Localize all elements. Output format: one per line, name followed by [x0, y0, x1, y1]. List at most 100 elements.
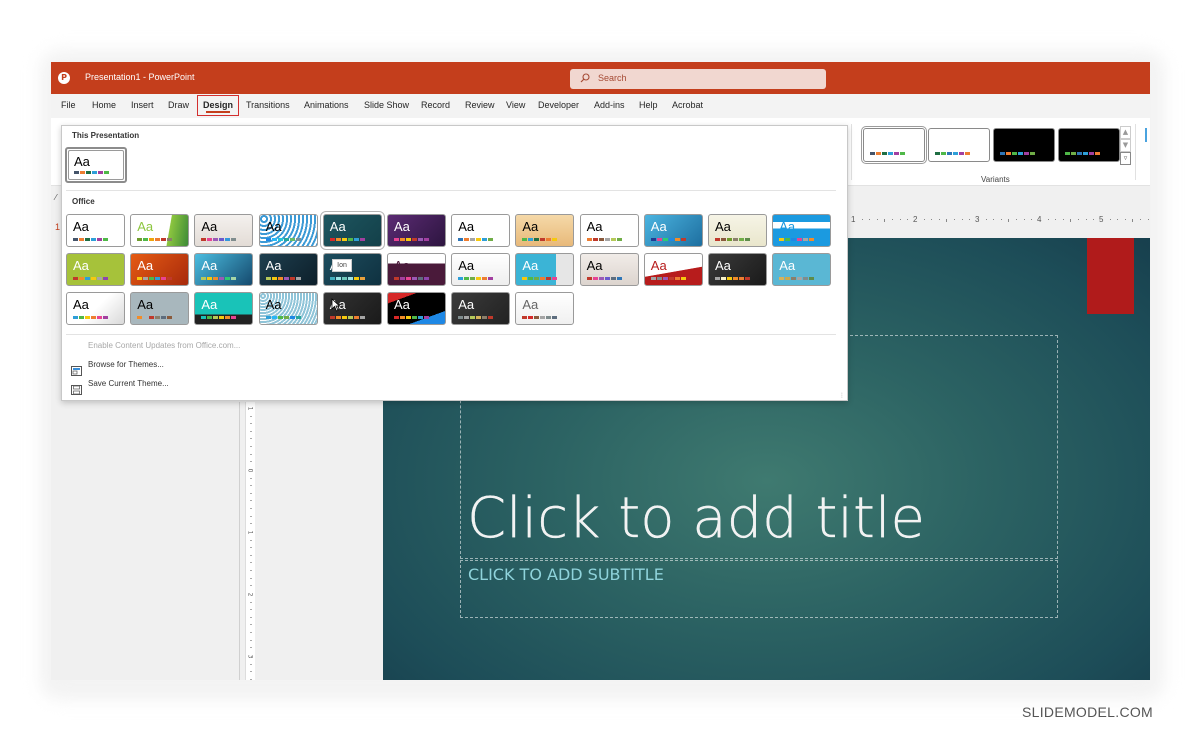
theme-ion[interactable]: Aa [319, 211, 385, 250]
save-current-theme-menu-item[interactable]: Save Current Theme... [88, 379, 169, 388]
theme-damask[interactable]: Aa [258, 253, 318, 286]
theme-organic[interactable]: Aa [387, 214, 446, 247]
tab-home[interactable]: Home [92, 100, 116, 110]
office-heading: Office [72, 197, 95, 206]
resize-grip-icon[interactable]: ⋮ [839, 392, 845, 399]
theme-parallax[interactable]: Aa [772, 253, 832, 286]
theme-vapor[interactable]: Aa [387, 292, 446, 325]
theme-aa-sample: Aa [394, 258, 410, 273]
tab-acrobat[interactable]: Acrobat [672, 100, 703, 110]
tab-insert[interactable]: Insert [131, 100, 154, 110]
theme-badge[interactable]: Aa [708, 214, 767, 247]
slide-size-icon[interactable] [1145, 128, 1147, 142]
ruler-tick [931, 219, 933, 220]
ruler-tick [1070, 219, 1072, 222]
ruler-tick [1109, 219, 1111, 220]
theme-savon[interactable]: Aa [130, 292, 190, 325]
theme-dividend[interactable]: Aa [387, 253, 446, 286]
tab-file[interactable]: File [61, 100, 76, 110]
tab-developer[interactable]: Developer [538, 100, 579, 110]
theme-office-theme[interactable]: Aa [66, 214, 125, 247]
ruler-label: 3 [975, 215, 980, 224]
theme-aa-sample: Aa [73, 219, 89, 234]
theme-integral[interactable]: Aa [194, 214, 254, 247]
search-icon [580, 73, 590, 83]
tab-animations[interactable]: Animations [304, 100, 349, 110]
variants-more-button[interactable]: ▿ [1120, 152, 1131, 165]
tab-slide-show[interactable]: Slide Show [364, 100, 409, 110]
tab-help[interactable]: Help [639, 100, 658, 110]
search-input[interactable]: Search [570, 69, 826, 89]
theme-frame[interactable]: Aa [515, 253, 575, 286]
theme-celestial[interactable]: Aa [515, 292, 575, 325]
variants-scroll-up-button[interactable]: ▲ [1120, 126, 1131, 139]
color-swatches [586, 277, 622, 280]
theme-circuit[interactable]: Aa [194, 253, 254, 286]
theme-quotable[interactable]: Aa [66, 292, 125, 325]
theme-aa-sample: Aa [265, 219, 282, 234]
theme-savon-teal[interactable]: Aa [194, 292, 254, 325]
ruler-tick [1085, 219, 1087, 220]
ruler-tick [250, 430, 252, 432]
ruler-tick [250, 453, 252, 455]
current-theme-thumbnail[interactable]: Aa [65, 147, 127, 183]
ribbon-separator [1135, 124, 1136, 180]
variant-thumbnail[interactable] [1058, 128, 1120, 162]
watermark: SLIDEMODEL.COM [1022, 704, 1153, 720]
theme-aa-sample: Aa [265, 297, 282, 312]
theme-wisp[interactable]: Aa [579, 214, 639, 247]
tab-record[interactable]: Record [421, 100, 450, 110]
ruler-label: 5 [1099, 215, 1104, 224]
ruler-tick [1132, 219, 1134, 222]
theme-berlin[interactable]: Aa [130, 253, 190, 286]
tab-transitions[interactable]: Transitions [246, 100, 290, 110]
theme-aa-sample: Aa [522, 297, 539, 312]
theme-metropolitan[interactable]: Aa [708, 253, 767, 286]
tab-review[interactable]: Review [465, 100, 495, 110]
ruler-tick [954, 219, 955, 220]
variant-thumbnail[interactable] [928, 128, 990, 162]
variants-scroll-down-button[interactable]: ▼ [1120, 139, 1131, 152]
pane-divider[interactable] [239, 402, 240, 680]
theme-basis[interactable]: Aa [66, 253, 125, 286]
tab-draw[interactable]: Draw [168, 100, 189, 110]
title-bar: P Presentation1 - PowerPoint Search [51, 62, 1150, 94]
slide-accent-bar [1087, 238, 1134, 314]
color-swatches [650, 277, 686, 280]
ruler-tick [869, 219, 871, 220]
browse-for-themes-menu-item[interactable]: Browse for Themes... [88, 360, 164, 369]
theme-aa-sample: Aa [73, 297, 89, 312]
ruler-tick [1055, 219, 1057, 220]
tab-add-ins[interactable]: Add-ins [594, 100, 625, 110]
theme-mesh[interactable]: Aa [643, 253, 703, 286]
theme-aa-sample: Aa [522, 219, 539, 234]
search-placeholder: Search [598, 73, 627, 83]
ruler-tick [1117, 219, 1119, 220]
subtitle-placeholder[interactable]: CLICK TO ADD SUBTITLE [460, 560, 1058, 618]
color-swatches [715, 238, 750, 241]
theme-wood-type[interactable]: Aa [451, 292, 511, 325]
ruler-tick [969, 219, 971, 220]
theme-main-event[interactable]: Aa [579, 253, 639, 286]
ruler-tick [899, 219, 901, 220]
theme-gallery[interactable]: Aa [643, 214, 703, 247]
ruler-tick [1062, 219, 1064, 220]
ruler-tick [250, 647, 252, 649]
ruler-tick [250, 663, 252, 665]
theme-aa-sample: Aa [137, 297, 154, 312]
theme-droplet[interactable]: Aa [451, 253, 511, 286]
theme-banded[interactable]: Aa [772, 214, 832, 247]
theme-vapor-trail[interactable]: Aa [258, 292, 318, 325]
color-swatches [1000, 152, 1035, 155]
ruler-tick [250, 500, 252, 502]
theme-retrospect[interactable]: Aa [451, 214, 511, 247]
variant-thumbnail[interactable] [861, 126, 927, 164]
tab-view[interactable]: View [506, 100, 525, 110]
theme-facet[interactable]: Aa [130, 214, 190, 247]
theme-ion-boardroom[interactable]: Aa [258, 214, 318, 247]
ruler-tick [250, 609, 252, 611]
theme-slice[interactable]: Aa [515, 214, 575, 247]
theme-aa-sample: Aa [650, 219, 667, 234]
variant-thumbnail[interactable] [993, 128, 1055, 162]
tab-design[interactable]: Design [203, 100, 233, 110]
